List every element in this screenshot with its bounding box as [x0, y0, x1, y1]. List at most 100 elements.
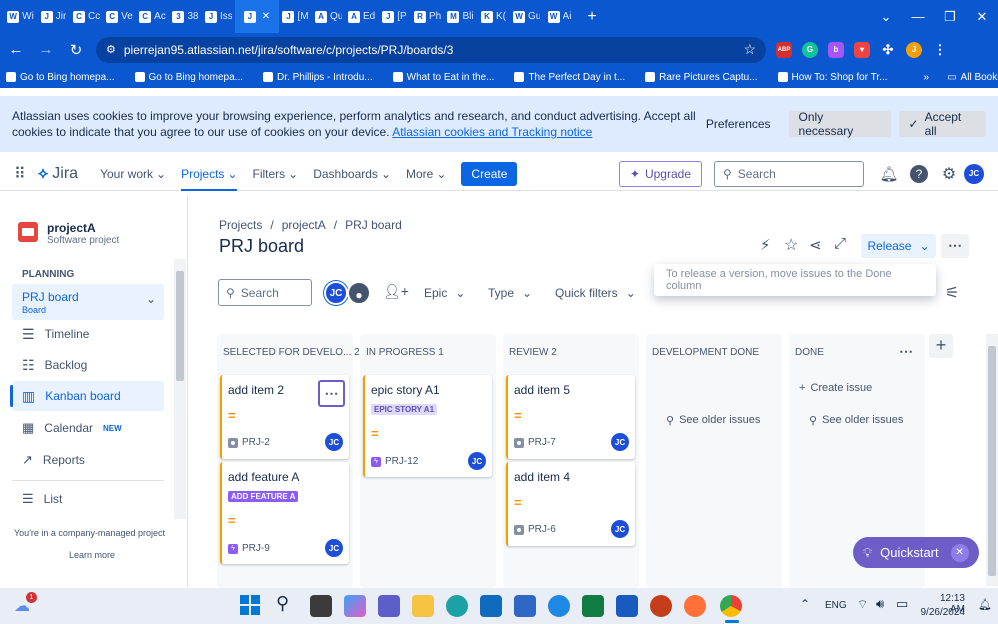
bookmark-item[interactable]: Go to Bing homepa... — [6, 72, 115, 83]
pocket-extension-icon[interactable]: ▾ — [854, 41, 870, 58]
show-hidden-icons[interactable]: ⌃ — [800, 597, 810, 611]
sidebar-item-reports[interactable]: ↗ Reports — [12, 445, 164, 475]
search-taskbar-icon[interactable]: ⚲ — [276, 593, 289, 614]
browser-tab[interactable]: W Wi — [4, 0, 37, 33]
bookmark-item[interactable]: Rare Pictures Captu... — [645, 72, 758, 83]
jira-logo[interactable]: ⟡ Jira — [38, 165, 78, 183]
star-icon[interactable]: ☆ — [784, 235, 798, 255]
bookmark-star-icon[interactable]: ☆ — [743, 41, 756, 58]
search-input[interactable]: ⚲ Search — [714, 160, 864, 187]
app-icon[interactable] — [548, 595, 570, 617]
browser-tab[interactable]: J [P — [378, 0, 411, 33]
minimize-icon[interactable]: — — [902, 9, 934, 24]
browser-tab[interactable]: C Cc — [70, 0, 103, 33]
sidebar-item-kanban-board[interactable]: ▥ Kanban board — [12, 381, 164, 411]
issue-card[interactable]: epic story A1 EPIC STORY A1 = ϟ PRJ-12 JC — [363, 375, 492, 477]
extensions-puzzle-icon[interactable]: ✣ — [880, 42, 896, 58]
browser-tab[interactable]: A Ed — [345, 0, 378, 33]
share-icon[interactable]: ⋖ — [809, 236, 822, 254]
accept-all-button[interactable]: ✓ Accept all — [898, 110, 986, 138]
assignee-avatar[interactable]: JC — [468, 452, 486, 470]
browser-tab[interactable]: J Jir — [37, 0, 70, 33]
only-necessary-button[interactable]: Only necessary — [788, 110, 891, 138]
nav-more[interactable]: More ⌄ — [406, 167, 446, 181]
assignee-avatar[interactable]: JC — [325, 539, 343, 557]
grammarly-extension-icon[interactable]: G — [802, 41, 818, 58]
see-older-issues-button[interactable]: ⚲ See older issues — [809, 414, 903, 427]
close-icon[interactable]: ✕ — [950, 543, 969, 562]
battery-icon[interactable]: ▭ — [896, 596, 908, 612]
clock-date[interactable]: 9/26/2024 — [920, 607, 966, 618]
all-bookmarks-folder[interactable]: ▭ All Bookmarks — [947, 72, 998, 83]
add-people-icon[interactable]: 👤︎+ — [383, 283, 409, 300]
powerpoint-icon[interactable] — [650, 595, 672, 617]
type-filter[interactable]: Type ⌄ — [488, 286, 532, 300]
b-extension-icon[interactable]: b — [828, 41, 844, 58]
wifi-icon[interactable]: ⌔ — [857, 597, 868, 612]
browser-tab[interactable]: W Ai — [543, 0, 576, 33]
board-more-button[interactable]: ⋯ — [941, 234, 969, 258]
board-switcher[interactable]: PRJ board Board ⌄ — [12, 284, 164, 320]
assignee-avatar[interactable]: JC — [611, 433, 629, 451]
cookie-preferences-button[interactable]: Preferences — [696, 111, 781, 137]
close-window-icon[interactable]: ✕ — [966, 9, 998, 25]
breadcrumb-project[interactable]: projectA — [282, 218, 326, 232]
main-scrollbar[interactable] — [986, 334, 998, 586]
browser-tab[interactable]: K K( — [477, 0, 510, 33]
sidebar-scrollbar[interactable] — [174, 259, 186, 519]
project-name[interactable]: projectA — [47, 221, 96, 235]
teams-icon[interactable] — [378, 595, 400, 617]
settings-icon[interactable]: ⚙ — [934, 164, 964, 184]
sidebar-item-backlog[interactable]: ☷ Backlog — [12, 350, 164, 380]
browser-tab[interactable]: M Bli — [444, 0, 477, 33]
notification-bell-icon[interactable]: 🔔︎ — [978, 598, 992, 611]
bookmark-item[interactable]: Dr. Phillips - Introdu... — [263, 72, 373, 83]
new-tab-button[interactable]: + — [576, 8, 608, 26]
card-more-button[interactable]: ⋯ — [318, 380, 345, 407]
bookmark-item[interactable]: The Perfect Day in t... — [514, 72, 625, 83]
address-bar[interactable]: ⚙ pierrejan95.atlassian.net/jira/softwar… — [96, 36, 766, 63]
assignee-filter-avatar[interactable]: JC — [324, 281, 348, 305]
issue-card[interactable]: add item 5 = PRJ-7 JC — [506, 375, 635, 459]
back-icon[interactable]: ← — [6, 41, 26, 58]
browser-tab[interactable]: J ✕ — [235, 0, 279, 33]
firefox-icon[interactable] — [684, 595, 706, 617]
create-issue-button[interactable]: + Create issue — [799, 382, 872, 394]
upgrade-button[interactable]: ✦ Upgrade — [618, 160, 702, 187]
sidebar-item-calendar[interactable]: ▦ Calendar NEW — [12, 413, 164, 443]
sidebar-item-list[interactable]: ☰ List — [12, 484, 164, 514]
add-column-button[interactable]: + — [929, 334, 953, 358]
browser-tab[interactable]: J Iss — [202, 0, 235, 33]
nav-your-work[interactable]: Your work ⌄ — [100, 167, 166, 181]
forward-icon[interactable]: → — [36, 41, 56, 58]
profile-avatar[interactable]: J — [906, 41, 922, 58]
word-icon[interactable] — [616, 595, 638, 617]
adblock-extension-icon[interactable]: ABP — [776, 41, 792, 58]
reload-icon[interactable]: ↻ — [66, 41, 86, 59]
tab-search-icon[interactable]: ⌄ — [870, 9, 902, 25]
chrome-icon[interactable] — [720, 595, 742, 617]
notifications-icon[interactable]: 🔔︎ — [874, 165, 904, 183]
issue-card[interactable]: add item 4 = PRJ-6 JC — [506, 462, 635, 546]
learn-more-link[interactable]: Learn more — [69, 550, 115, 560]
browser-tab[interactable]: C Ve — [103, 0, 136, 33]
store-icon[interactable] — [514, 595, 536, 617]
site-info-icon[interactable]: ⚙ — [106, 43, 116, 56]
unassigned-avatar[interactable]: ● — [347, 281, 371, 305]
volume-icon[interactable]: 🔊︎ — [876, 596, 884, 612]
epic-filter[interactable]: Epic ⌄ — [424, 286, 465, 300]
quickstart-button[interactable]: 💡︎ Quickstart ✕ — [853, 537, 979, 568]
browser-tab[interactable]: R Ph — [411, 0, 444, 33]
close-tab-icon[interactable]: ✕ — [262, 11, 270, 22]
bookmark-item[interactable]: How To: Shop for Tr... — [777, 72, 888, 83]
issue-card[interactable]: add item 2 ⋯ = PRJ-2 JC — [220, 375, 349, 459]
file-explorer-icon[interactable] — [412, 595, 434, 617]
board-search-input[interactable]: ⚲ Search — [218, 279, 312, 306]
app-switcher-icon[interactable]: ⠿ — [14, 164, 26, 184]
help-icon[interactable]: ? — [910, 164, 928, 183]
browser-tab[interactable]: J [M — [279, 0, 312, 33]
more-bookmarks-icon[interactable]: » — [924, 72, 930, 83]
nav-dashboards[interactable]: Dashboards ⌄ — [313, 167, 391, 181]
see-older-issues-button[interactable]: ⚲ See older issues — [666, 414, 760, 427]
nav-projects[interactable]: Projects ⌄ — [181, 167, 238, 191]
